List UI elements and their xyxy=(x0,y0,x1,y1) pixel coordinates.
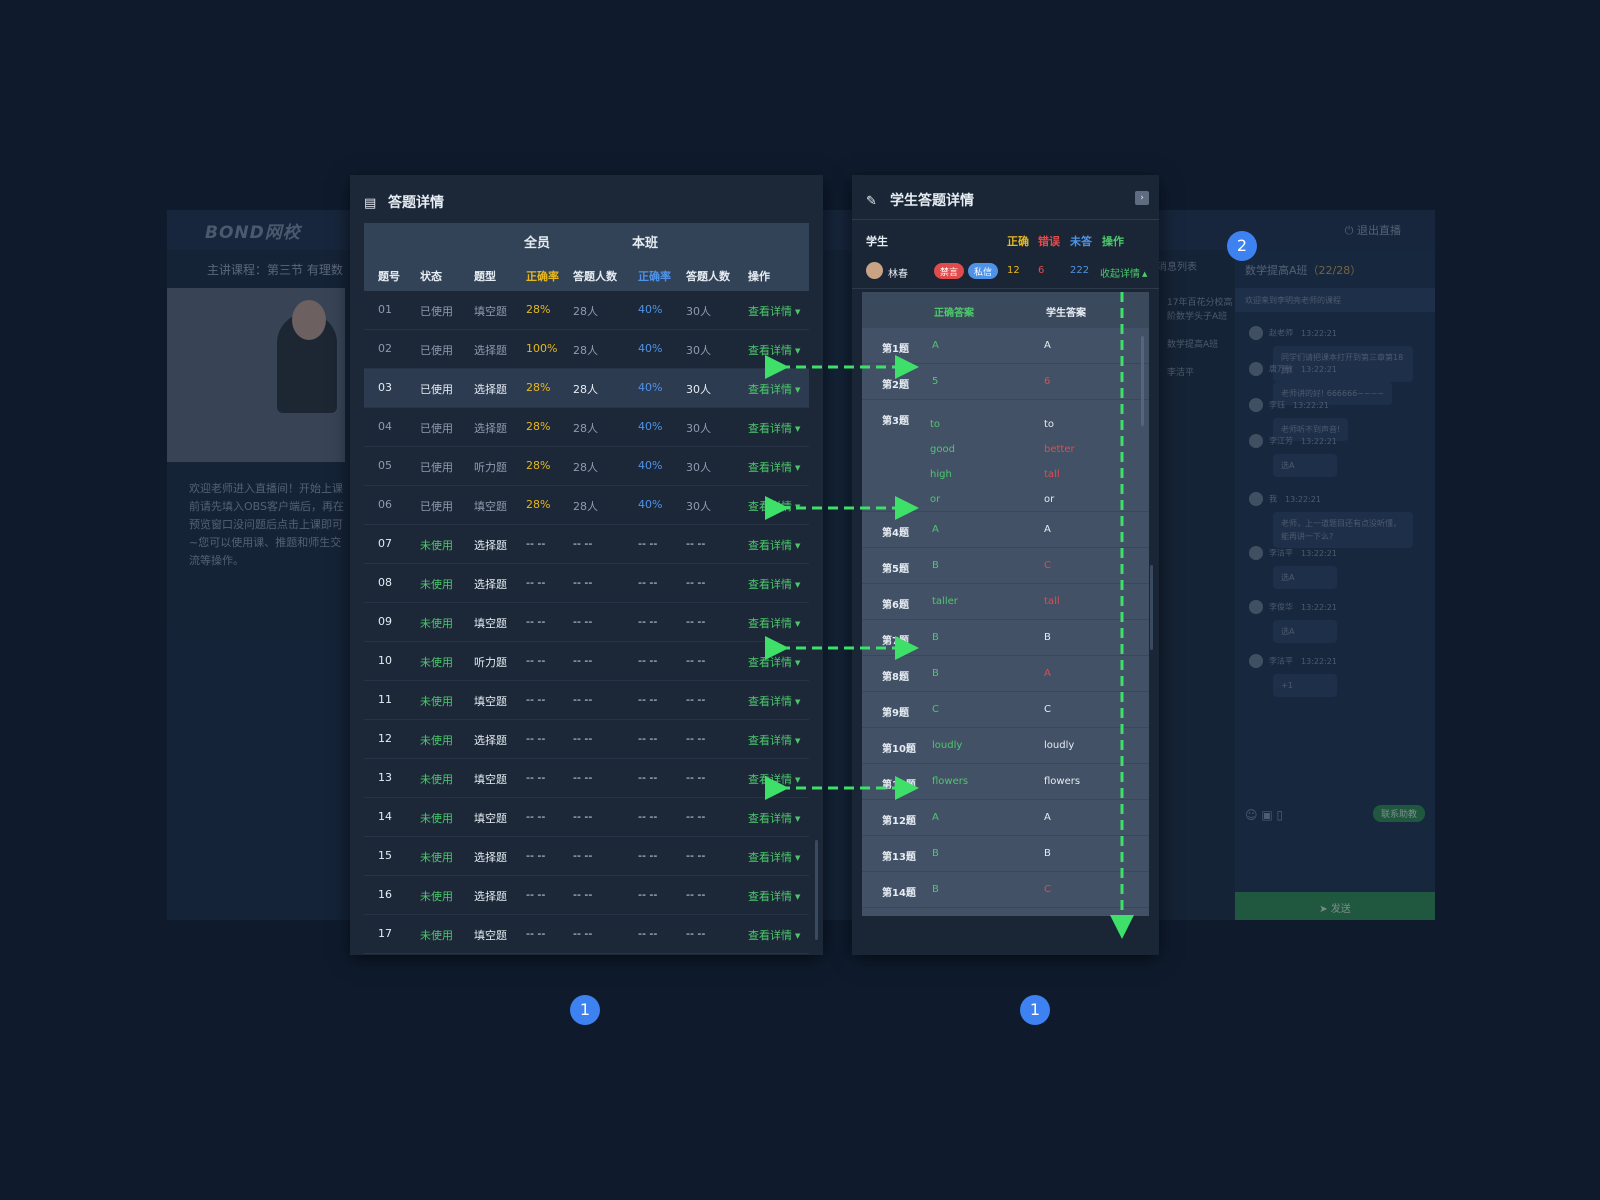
annotation-badge-1: 1 xyxy=(1020,995,1050,1025)
annotation-badge-1: 1 xyxy=(570,995,600,1025)
annotation-badge-2: 2 xyxy=(1227,231,1257,261)
annotation-arrows xyxy=(765,292,1134,939)
